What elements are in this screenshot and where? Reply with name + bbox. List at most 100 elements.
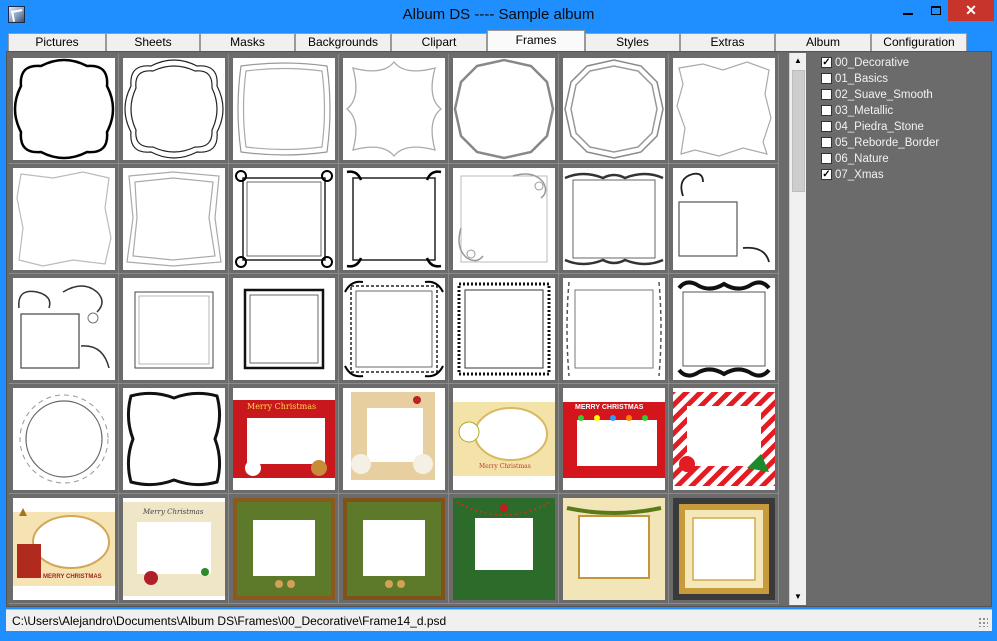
frame-thumbnail[interactable]: [119, 274, 229, 384]
vine-wreath-frame: [123, 388, 225, 490]
torn-paper-frame: [673, 58, 775, 160]
checkbox-unchecked-icon[interactable]: [821, 73, 832, 84]
bold-square-frame: [233, 278, 335, 380]
status-bar: C:\Users\Alejandro\Documents\Album DS\Fr…: [6, 609, 992, 631]
frame-thumbnail[interactable]: [9, 54, 119, 164]
category-label[interactable]: 05_Reborde_Border: [835, 135, 985, 151]
frame-thumbnail[interactable]: [449, 54, 559, 164]
tab-sheets[interactable]: Sheets: [106, 33, 200, 51]
swirl-corner-frame: [453, 168, 555, 270]
category-label[interactable]: 04_Piedra_Stone: [835, 119, 985, 135]
checkbox-checked-icon[interactable]: ✓: [821, 169, 832, 180]
frame-thumbnail[interactable]: [229, 274, 339, 384]
garland-frame: [233, 498, 335, 600]
frames-scrollbar[interactable]: ▲ ▼: [789, 53, 806, 605]
tab-configuration[interactable]: Configuration: [871, 33, 967, 51]
scroll-border-frame: [673, 278, 775, 380]
scalloped-double-frame: [123, 58, 225, 160]
frame-thumbnail[interactable]: Merry Christmas: [229, 384, 339, 494]
tab-masks[interactable]: Masks: [200, 33, 295, 51]
checkbox-unchecked-icon[interactable]: [821, 105, 832, 116]
frame-thumbnail[interactable]: [119, 164, 229, 274]
frame-thumbnail[interactable]: Merry Christmas: [449, 384, 559, 494]
maximize-icon: [931, 6, 941, 15]
floral-oval-frame: [13, 388, 115, 490]
frame-thumbnail[interactable]: [449, 494, 559, 604]
frame-thumbnail[interactable]: [229, 494, 339, 604]
checkbox-unchecked-icon[interactable]: [821, 89, 832, 100]
scroll-down-arrow-icon[interactable]: ▼: [790, 589, 806, 605]
category-label[interactable]: 03_Metallic: [835, 103, 985, 119]
chain-border-frame: [453, 278, 555, 380]
xmas-bottom-text: MERRY CHRISTMAS: [43, 574, 102, 580]
frame-thumbnail[interactable]: [669, 274, 779, 384]
checkbox-unchecked-icon[interactable]: [821, 153, 832, 164]
frame-thumbnail[interactable]: [449, 274, 559, 384]
tab-frames[interactable]: Frames: [487, 30, 585, 51]
gold-bead-frame: [673, 498, 775, 600]
frame-thumbnail[interactable]: [9, 164, 119, 274]
category-label[interactable]: 07_Xmas: [835, 167, 985, 183]
category-label[interactable]: 02_Suave_Smooth: [835, 87, 985, 103]
garland-gold-frame: [563, 498, 665, 600]
tab-styles[interactable]: Styles: [585, 33, 680, 51]
scroll-thumb[interactable]: [792, 70, 805, 192]
holly-frame: [453, 498, 555, 600]
checkbox-checked-icon[interactable]: ✓: [821, 57, 832, 68]
frame-thumbnail[interactable]: MERRY CHRISTMAS: [559, 384, 669, 494]
frame-thumbnail[interactable]: MERRY CHRISTMAS: [9, 494, 119, 604]
minimize-icon: [903, 13, 913, 15]
baroque-frame: [563, 168, 665, 270]
frame-thumbnail[interactable]: [9, 274, 119, 384]
frames-grid: Merry Christmas Merry Christmas MERRY CH…: [9, 54, 787, 604]
frame-thumbnail[interactable]: [339, 54, 449, 164]
resize-grip-icon[interactable]: [978, 617, 988, 627]
merry-christmas-oval-frame: Merry Christmas: [123, 498, 225, 600]
category-list: ✓ 00_Decorative 01_Basics 02_Suave_Smoot…: [813, 53, 989, 603]
frame-thumbnail[interactable]: Merry Christmas: [119, 494, 229, 604]
tab-backgrounds[interactable]: Backgrounds: [295, 33, 391, 51]
category-label[interactable]: 01_Basics: [835, 71, 985, 87]
floral-swirl-frame: [13, 278, 115, 380]
frame-thumbnail[interactable]: [119, 384, 229, 494]
frame-thumbnail[interactable]: [339, 494, 449, 604]
frame-thumbnail[interactable]: [559, 494, 669, 604]
frame-thumbnail[interactable]: [339, 384, 449, 494]
title-bar[interactable]: Album DS ---- Sample album ✕: [0, 0, 997, 30]
frame-thumbnail[interactable]: [669, 164, 779, 274]
frame-thumbnail[interactable]: [339, 164, 449, 274]
frame-thumbnail[interactable]: [119, 54, 229, 164]
xmas-oval-frame: MERRY CHRISTMAS: [13, 498, 115, 600]
checkbox-unchecked-icon[interactable]: [821, 137, 832, 148]
close-button[interactable]: ✕: [948, 0, 994, 21]
frame-thumbnail[interactable]: [559, 54, 669, 164]
merry-christmas-lights-frame: MERRY CHRISTMAS: [563, 388, 665, 490]
merry-christmas-frame: Merry Christmas: [233, 388, 335, 490]
jagged-double-frame: [123, 168, 225, 270]
checkbox-unchecked-icon[interactable]: [821, 121, 832, 132]
category-label[interactable]: 00_Decorative: [835, 55, 985, 71]
category-label[interactable]: 06_Nature: [835, 151, 985, 167]
frame-thumbnail[interactable]: [669, 54, 779, 164]
snowman-oval-frame: Merry Christmas: [453, 388, 555, 490]
tab-clipart[interactable]: Clipart: [391, 33, 487, 51]
file-path-text: C:\Users\Alejandro\Documents\Album DS\Fr…: [12, 614, 447, 628]
frame-thumbnail[interactable]: [229, 54, 339, 164]
frame-thumbnail[interactable]: [9, 384, 119, 494]
lace-square-frame: [343, 278, 445, 380]
soft-double-frame: [233, 58, 335, 160]
frame-thumbnail[interactable]: [669, 384, 779, 494]
tab-pictures[interactable]: Pictures: [8, 33, 106, 51]
garland-frame-2: [343, 498, 445, 600]
frame-thumbnail[interactable]: [339, 274, 449, 384]
vine-border-frame: [563, 278, 665, 380]
frame-thumbnail[interactable]: [559, 274, 669, 384]
frame-thumbnail[interactable]: [559, 164, 669, 274]
scroll-up-arrow-icon[interactable]: ▲: [790, 53, 806, 69]
frame-thumbnail[interactable]: [449, 164, 559, 274]
tab-album[interactable]: Album: [775, 33, 871, 51]
frame-thumbnail[interactable]: [229, 164, 339, 274]
tab-extras[interactable]: Extras: [680, 33, 775, 51]
xmas-lights-text: MERRY CHRISTMAS: [575, 404, 644, 411]
frame-thumbnail[interactable]: [669, 494, 779, 604]
